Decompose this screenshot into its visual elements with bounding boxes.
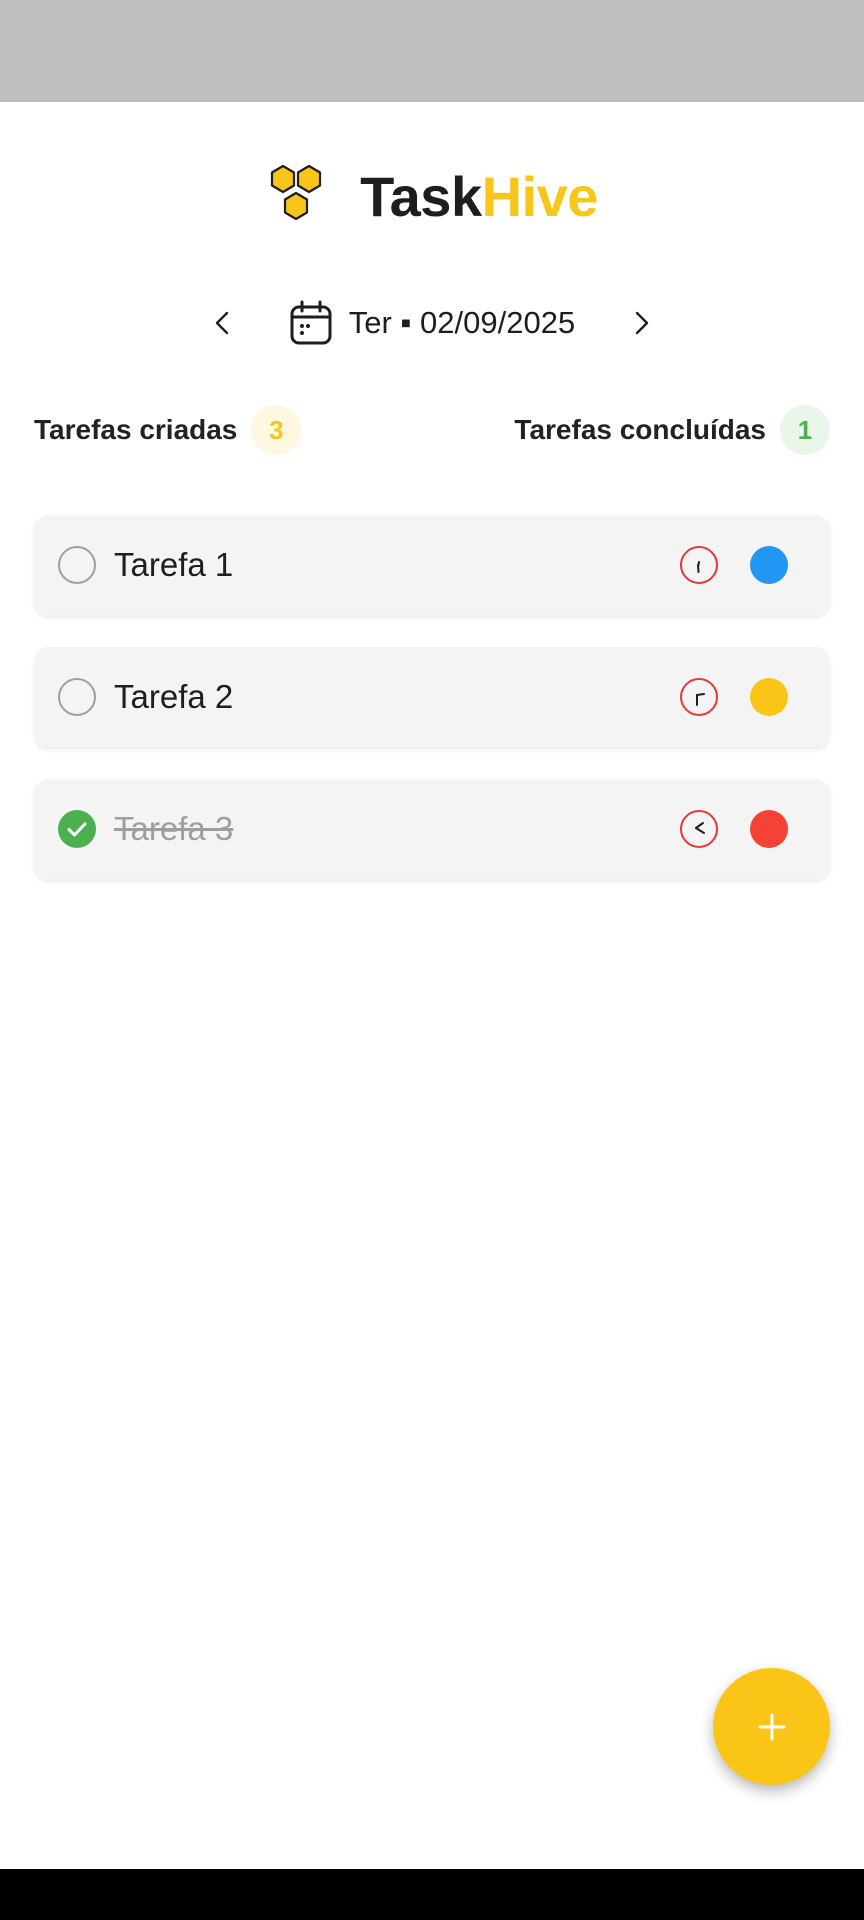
date-label: Ter ▪ 02/09/2025 <box>348 305 576 340</box>
check-icon <box>67 822 87 837</box>
next-day-button[interactable] <box>613 295 669 351</box>
add-task-button[interactable] <box>713 1668 830 1785</box>
task-checkbox[interactable] <box>58 678 96 716</box>
task-checkbox-checked[interactable] <box>58 810 96 848</box>
clock-icon[interactable] <box>679 677 719 717</box>
priority-dot[interactable] <box>750 546 788 584</box>
completed-label: Tarefas concluídas <box>514 414 766 445</box>
date-display[interactable]: Ter ▪ 02/09/2025 <box>289 300 575 346</box>
task-card[interactable]: Tarefa 3 <box>34 779 830 879</box>
clock-icon[interactable] <box>679 809 719 849</box>
task-counters: Tarefas criadas 3 Tarefas concluídas 1 <box>34 402 830 458</box>
chevron-left-icon <box>215 311 228 335</box>
date-navigator: Ter ▪ 02/09/2025 <box>0 292 864 354</box>
plus-icon <box>758 1713 785 1740</box>
task-checkbox[interactable] <box>58 546 96 584</box>
task-list: Tarefa 1 Tarefa 2 Tarefa 3 <box>34 515 830 911</box>
priority-dot[interactable] <box>750 678 788 716</box>
honeycomb-icon <box>271 164 322 221</box>
calendar-icon <box>290 300 332 345</box>
task-title: Tarefa 2 <box>114 678 234 715</box>
system-navigation-bar <box>0 1869 864 1920</box>
created-counter: Tarefas criadas 3 <box>34 405 302 455</box>
task-title: Tarefa 1 <box>114 546 234 583</box>
app-title-part1: Task <box>360 165 482 228</box>
chevron-right-icon <box>636 311 649 335</box>
app-title: Task Hive <box>360 169 598 225</box>
task-card[interactable]: Tarefa 2 <box>34 647 830 747</box>
status-bar <box>0 0 864 102</box>
clock-icon[interactable] <box>679 545 719 585</box>
created-label: Tarefas criadas <box>34 414 238 445</box>
completed-counter: Tarefas concluídas 1 <box>514 405 830 455</box>
app-title-part2: Hive <box>481 165 599 228</box>
task-card[interactable]: Tarefa 1 <box>34 515 830 615</box>
task-title: Tarefa 3 <box>114 810 234 847</box>
completed-count-badge: 1 <box>780 405 830 455</box>
app-logo: Task Hive <box>0 152 864 242</box>
priority-dot[interactable] <box>750 810 788 848</box>
previous-day-button[interactable] <box>195 295 251 351</box>
created-count-badge: 3 <box>251 405 302 455</box>
app-screen: Task Hive Ter ▪ 02/09/2025 Tarefas criad… <box>0 102 864 1869</box>
